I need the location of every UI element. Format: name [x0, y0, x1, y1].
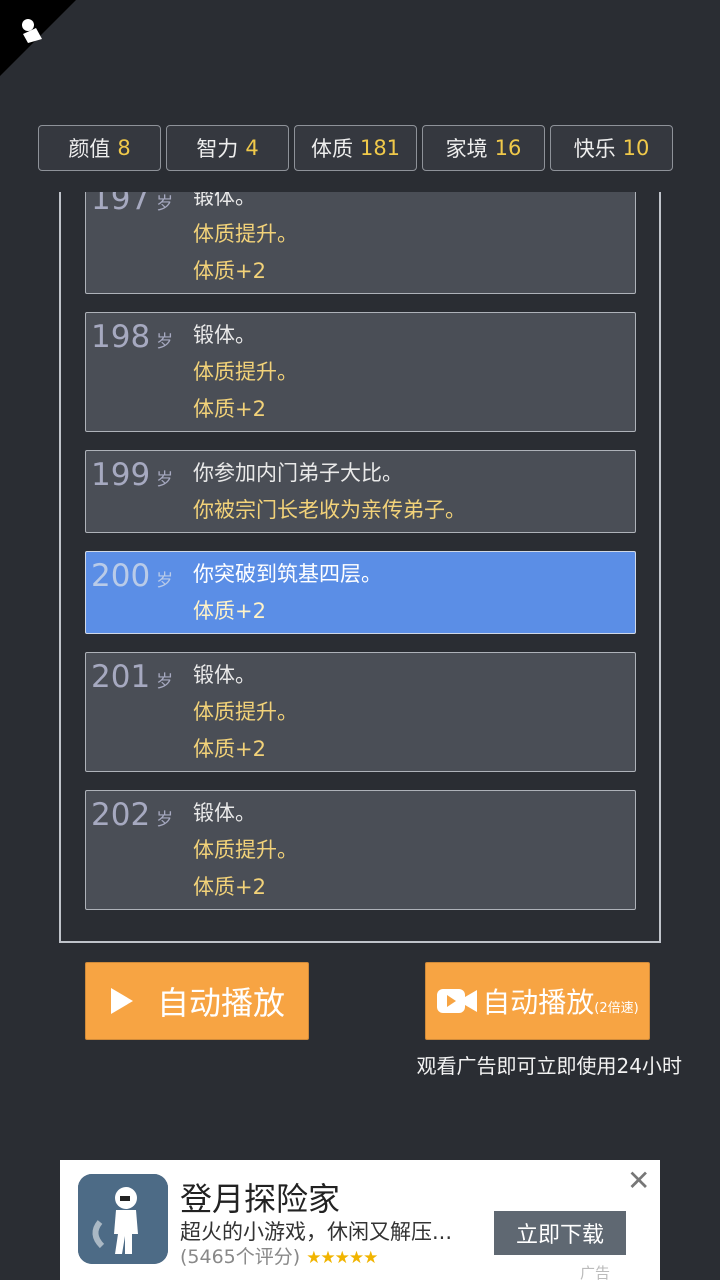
ad-app-logo[interactable] — [78, 1174, 168, 1264]
log-line: 锻体。 — [193, 192, 256, 209]
ad-banner[interactable]: 登月探险家 超火的小游戏，休闲又解压... (5465个评分) ★★★★★ 立即下… — [60, 1160, 660, 1280]
age-label: 200 岁 — [91, 556, 173, 601]
stat-value: 10 — [622, 136, 650, 160]
log-entry: 202 岁 锻体。 体质提升。 体质+2 — [85, 790, 636, 910]
age-unit: 岁 — [156, 470, 174, 490]
log-line: 你突破到筑基四层。 — [193, 562, 382, 586]
stat-label: 家境 — [445, 137, 488, 161]
log-line: 体质提升。 — [193, 360, 298, 384]
log-entry-highlighted: 200 岁 你突破到筑基四层。 体质+2 — [85, 551, 636, 634]
stat-label: 智力 — [196, 137, 239, 161]
star-rating-icon: ★★★★★ — [306, 1248, 378, 1268]
play-icon — [110, 988, 133, 1014]
age-label: 198 岁 — [91, 317, 173, 362]
speed-label: (2倍速) — [594, 1000, 639, 1016]
stat-family: 家境 16 — [422, 125, 545, 171]
log-entry: 197 岁 锻体。 体质提升。 体质+2 — [85, 192, 636, 294]
ad-title[interactable]: 登月探险家 — [180, 1174, 340, 1220]
log-line: 体质提升。 — [193, 222, 298, 246]
ad-rating: (5465个评分) ★★★★★ — [180, 1242, 378, 1269]
ad-label: 广告 — [580, 1264, 611, 1280]
age-label: 197 岁 — [91, 192, 173, 224]
close-icon[interactable]: ✕ — [627, 1164, 650, 1197]
video-icon — [437, 989, 478, 1013]
age-label: 202 岁 — [91, 795, 173, 840]
stat-value: 4 — [245, 136, 259, 160]
log-entry: 201 岁 锻体。 体质提升。 体质+2 — [85, 652, 636, 772]
log-line: 体质+2 — [193, 599, 266, 623]
age-unit: 岁 — [156, 332, 174, 352]
stat-value: 16 — [494, 136, 522, 160]
age-unit: 岁 — [156, 194, 174, 214]
log-line: 你被宗门长老收为亲传弟子。 — [193, 498, 466, 522]
stat-happiness: 快乐 10 — [550, 125, 673, 171]
stat-value: 181 — [359, 136, 401, 160]
age-number: 201 — [91, 659, 151, 695]
life-log-panel[interactable]: 197 岁 锻体。 体质提升。 体质+2 198 岁 锻体。 体质提升。 体质+2 … — [59, 192, 661, 943]
stat-intelligence: 智力 4 — [166, 125, 289, 171]
age-number: 198 — [91, 319, 151, 355]
auto-play-fast-button[interactable]: 自动播放 (2倍速) — [425, 962, 650, 1040]
age-number: 202 — [91, 797, 151, 833]
log-line: 锻体。 — [193, 323, 256, 347]
stat-label: 颜值 — [68, 137, 111, 161]
ad-rating-count: (5465个评分) — [180, 1246, 301, 1268]
log-entry: 198 岁 锻体。 体质提升。 体质+2 — [85, 312, 636, 432]
ad-reward-note: 观看广告即可立即使用24小时 — [416, 1054, 682, 1078]
log-line: 锻体。 — [193, 663, 256, 687]
stat-label: 体质 — [310, 137, 353, 161]
age-unit: 岁 — [156, 810, 174, 830]
pawn-icon[interactable] — [14, 14, 48, 48]
stat-value: 8 — [117, 136, 131, 160]
stat-appearance: 颜值 8 — [38, 125, 161, 171]
astronaut-icon — [78, 1174, 168, 1264]
stat-constitution: 体质 181 — [294, 125, 417, 171]
log-line: 体质+2 — [193, 737, 266, 761]
age-number: 199 — [91, 457, 151, 493]
log-line: 体质+2 — [193, 259, 266, 283]
age-unit: 岁 — [156, 672, 174, 692]
age-unit: 岁 — [156, 571, 174, 591]
log-line: 体质+2 — [193, 875, 266, 899]
life-log-list[interactable]: 197 岁 锻体。 体质提升。 体质+2 198 岁 锻体。 体质提升。 体质+2 … — [85, 192, 636, 928]
auto-play-fast-label: 自动播放 — [482, 986, 595, 1019]
log-entry: 199 岁 你参加内门弟子大比。 你被宗门长老收为亲传弟子。 — [85, 450, 636, 533]
auto-play-label: 自动播放 — [156, 984, 285, 1022]
age-label: 201 岁 — [91, 657, 173, 702]
log-line: 体质+2 — [193, 397, 266, 421]
stats-bar: 颜值 8 智力 4 体质 181 家境 16 快乐 10 — [38, 125, 673, 171]
log-line: 体质提升。 — [193, 838, 298, 862]
stat-label: 快乐 — [573, 137, 616, 161]
age-number: 200 — [91, 558, 151, 594]
log-line: 你参加内门弟子大比。 — [193, 461, 403, 485]
age-label: 199 岁 — [91, 455, 173, 500]
log-line: 锻体。 — [193, 801, 256, 825]
ad-download-button[interactable]: 立即下载 — [494, 1211, 626, 1255]
log-line: 体质提升。 — [193, 700, 298, 724]
auto-play-button[interactable]: 自动播放 — [85, 962, 309, 1040]
age-number: 197 — [91, 192, 151, 217]
